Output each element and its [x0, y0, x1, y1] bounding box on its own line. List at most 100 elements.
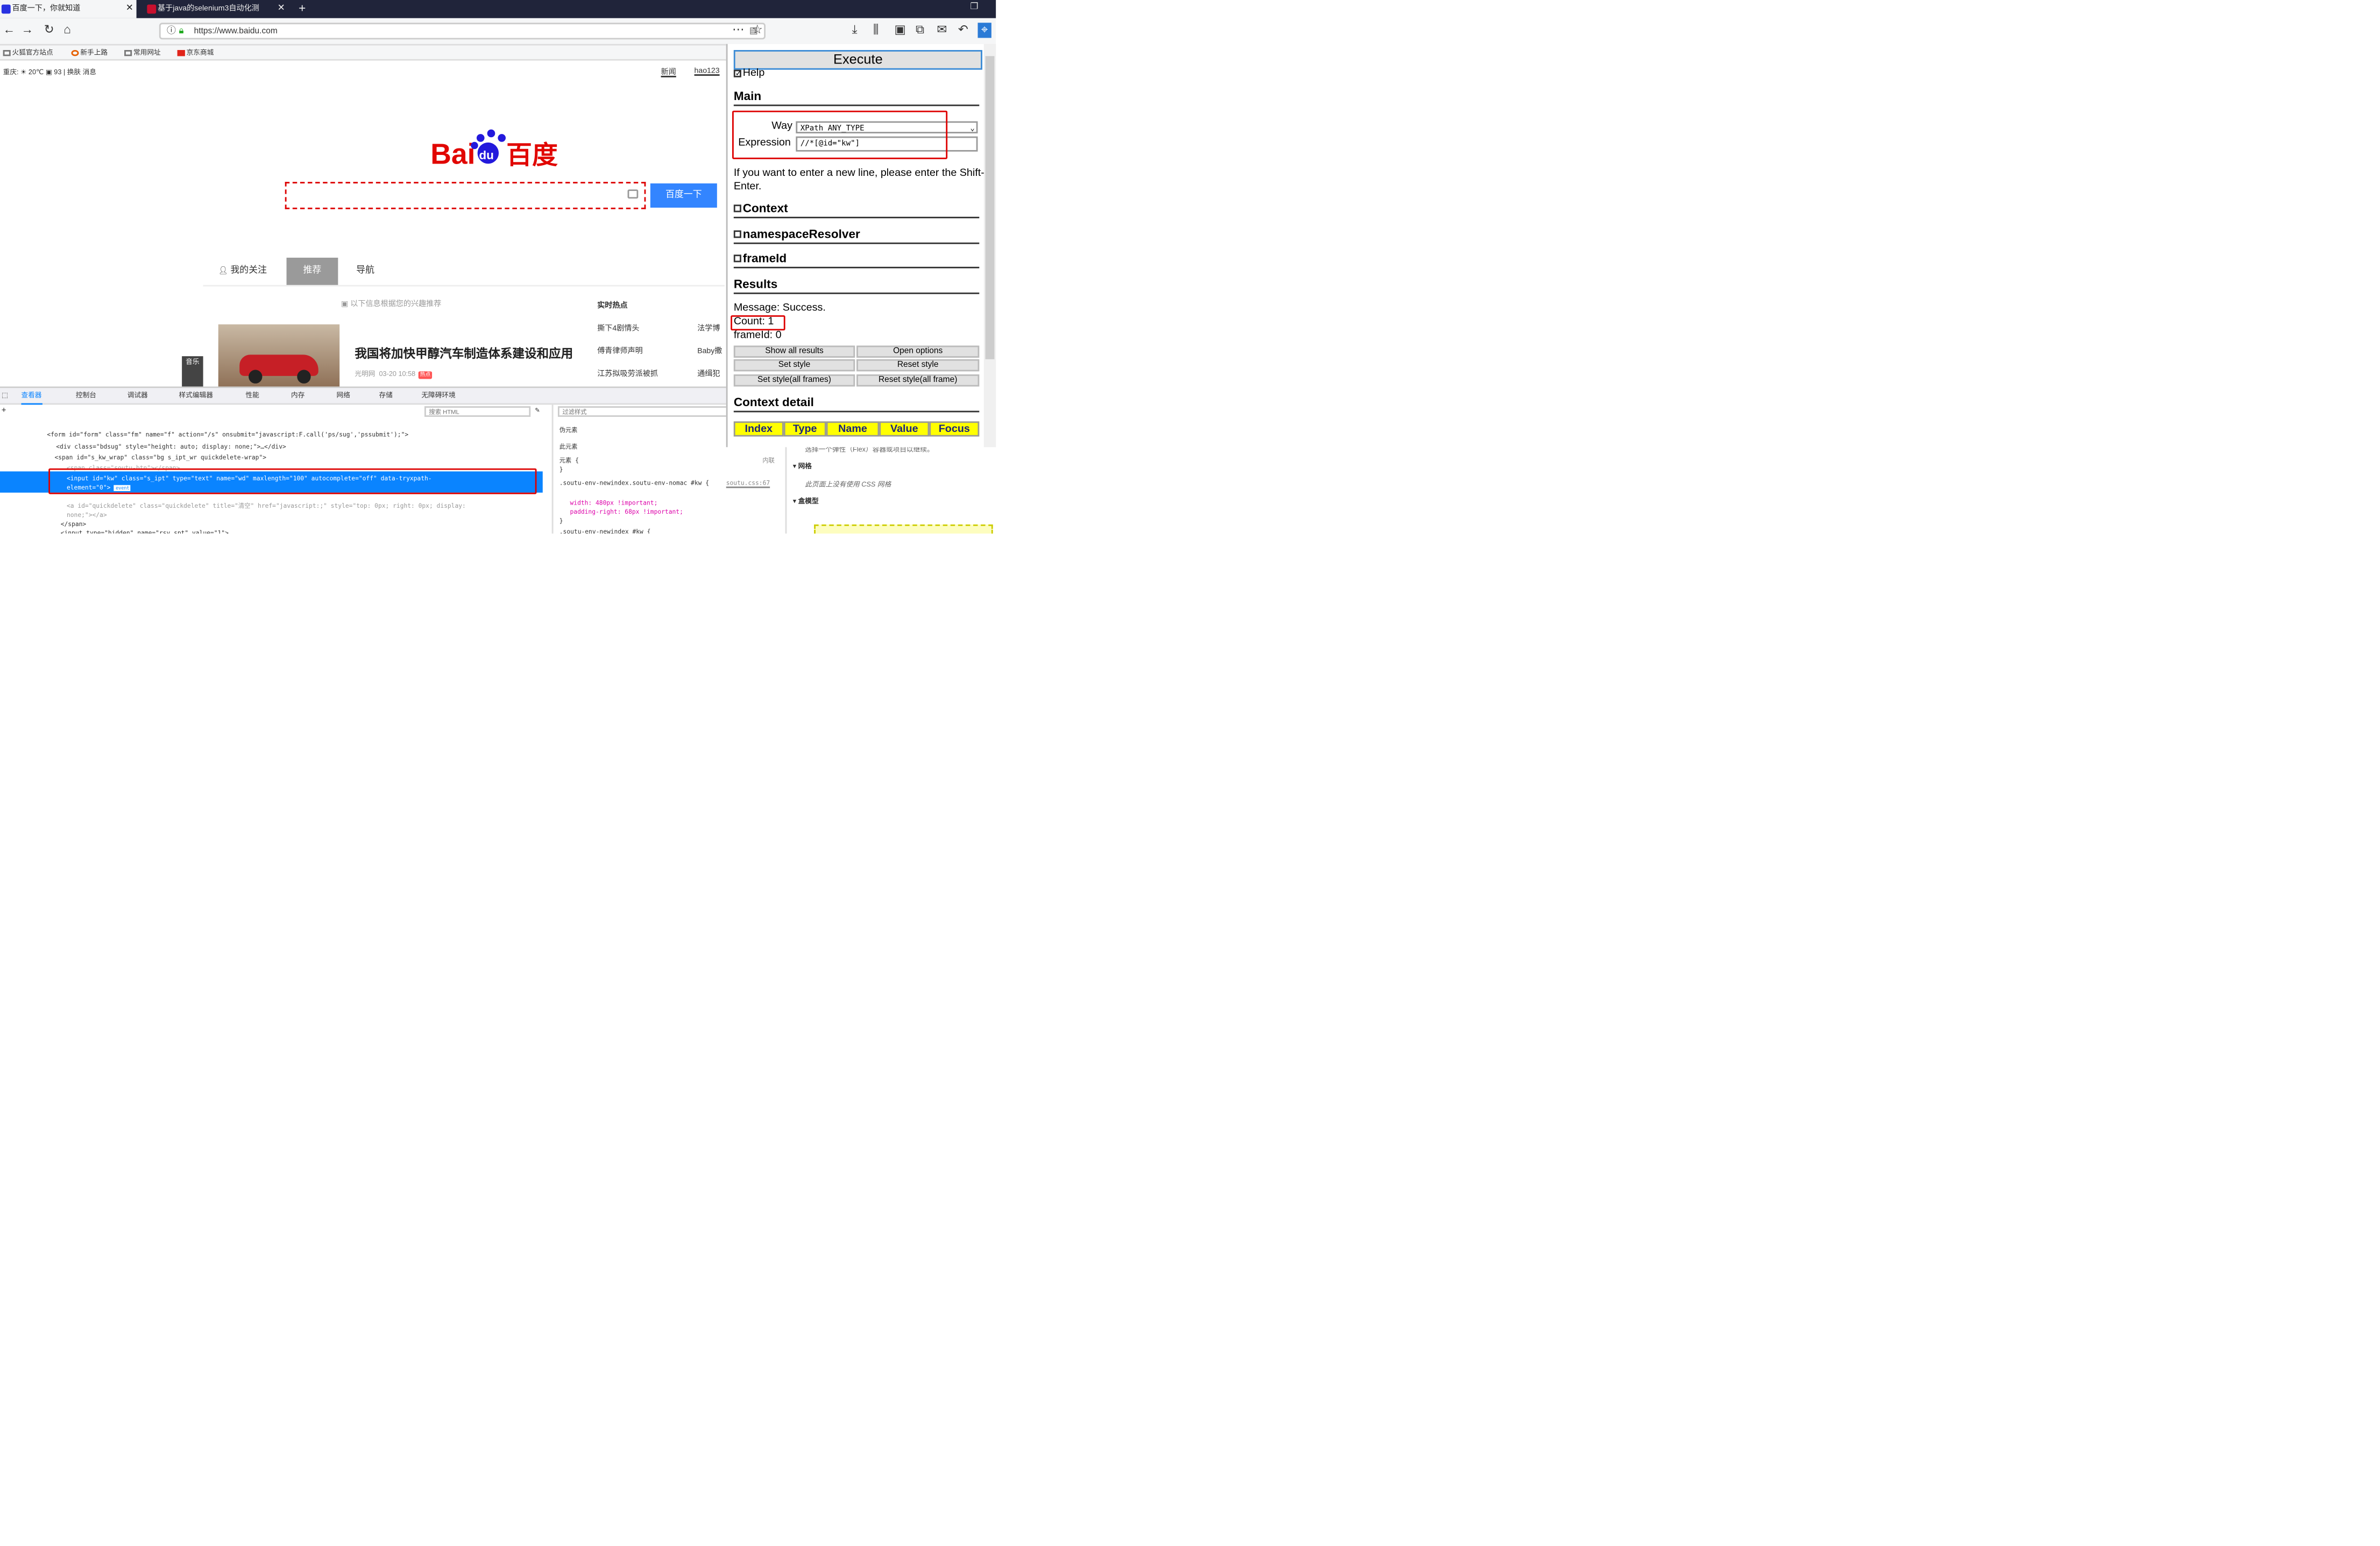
- feed-note-text: 以下信息根据您的兴趣推荐: [350, 300, 442, 309]
- tab-console[interactable]: 控制台: [76, 388, 96, 403]
- html-line[interactable]: <form id="form" class="fm" name="f" acti…: [47, 430, 408, 438]
- sidebar-icon[interactable]: ▣: [895, 23, 906, 38]
- restore-window-icon[interactable]: ❐: [970, 2, 978, 12]
- help-checkbox[interactable]: Help: [733, 68, 764, 79]
- home-icon[interactable]: ⌂: [63, 23, 71, 38]
- panel-scrollbar[interactable]: [983, 44, 996, 448]
- tryxpath-panel: Execute Help Main Way XPath ANY_TYPE⌄ Ex…: [726, 44, 996, 448]
- tab-debugger[interactable]: 调试器: [128, 388, 148, 403]
- chat-icon[interactable]: ✉: [937, 23, 947, 38]
- forward-arrow-icon[interactable]: →: [21, 23, 33, 38]
- tab-my-follow[interactable]: 👤︎ 我的关注: [218, 258, 267, 285]
- tab-style-editor[interactable]: 样式编辑器: [179, 388, 213, 403]
- grid-section-header[interactable]: ▾ 网格: [793, 462, 812, 471]
- show-all-results-button[interactable]: Show all results: [733, 345, 855, 358]
- bookmark-item[interactable]: 火狐官方站点: [3, 47, 53, 58]
- tab-storage[interactable]: 存储: [379, 388, 392, 403]
- html-line[interactable]: <input type="hidden" name="rsv_spt" valu…: [61, 529, 229, 533]
- hot-item[interactable]: 傅青律师声明: [597, 345, 643, 356]
- context-section-title[interactable]: Context: [733, 202, 980, 218]
- tab-network[interactable]: 网络: [337, 388, 350, 403]
- tab-csdn[interactable]: 基于java的selenium3自动化测 ✕: [146, 0, 288, 18]
- newline-hint: If you want to enter a new line, please …: [733, 168, 984, 193]
- info-icon[interactable]: ⓘ: [167, 24, 176, 41]
- frameid-label: frameId: [742, 251, 787, 266]
- namespace-section-title[interactable]: namespaceResolver: [733, 228, 980, 244]
- firefox-icon: [71, 49, 79, 55]
- tab-nav[interactable]: 导航: [356, 258, 374, 285]
- hot-item[interactable]: 通缉犯: [697, 368, 720, 379]
- news-link[interactable]: 新闻: [661, 67, 676, 77]
- url-bar[interactable]: ⓘ 🔒︎ https://www.baidu.com ▤: [159, 23, 766, 41]
- news-image[interactable]: [218, 324, 340, 387]
- bookmark-item[interactable]: 常用网址: [124, 47, 161, 58]
- tab-inspector[interactable]: 查看器: [21, 388, 42, 405]
- hot-item[interactable]: 撕下4剧情头: [597, 323, 639, 334]
- bookmark-item[interactable]: 京东商城: [177, 47, 214, 58]
- results-section-title: Results: [733, 278, 980, 294]
- eyedropper-icon[interactable]: ✎: [535, 406, 540, 415]
- html-line[interactable]: <div class="bdsug" style="height: auto; …: [56, 443, 286, 450]
- download-icon[interactable]: ⤓: [852, 23, 858, 38]
- set-style-all-frames-button[interactable]: Set style(all frames): [733, 374, 855, 387]
- reload-icon[interactable]: ↻: [44, 23, 54, 38]
- execute-button[interactable]: Execute: [733, 49, 982, 70]
- tab-recommend[interactable]: 推荐: [286, 258, 338, 285]
- pseudo-elements-toggle[interactable]: 伪元素: [559, 426, 578, 435]
- bookmark-item[interactable]: 新手上路: [71, 47, 108, 58]
- url-text: https://www.baidu.com: [194, 27, 278, 37]
- new-tab-button[interactable]: +: [297, 0, 312, 18]
- html-search-input[interactable]: [424, 406, 531, 417]
- close-icon[interactable]: ✕: [278, 0, 285, 18]
- this-element-header: 此元素: [559, 442, 578, 450]
- highlight-box: [48, 468, 537, 494]
- hot-item[interactable]: Baby撒: [697, 345, 722, 356]
- hot-item[interactable]: 江苏拟吸劳派被抓: [597, 368, 658, 379]
- news-title[interactable]: 我国将加快甲醇汽车制造体系建设和应用: [355, 345, 573, 362]
- rule-selector[interactable]: .soutu-env-newindex #kw {: [559, 528, 651, 534]
- scrollbar-thumb[interactable]: [985, 56, 995, 359]
- library-icon[interactable]: ⫼: [873, 23, 879, 38]
- set-style-button[interactable]: Set style: [733, 359, 855, 372]
- more-icon[interactable]: ⋯: [732, 23, 745, 38]
- html-line[interactable]: <span id="s_kw_wrap" class="bg s_ipt_wr …: [54, 453, 266, 461]
- hot-item[interactable]: 法学博: [697, 323, 720, 334]
- bookmark-star-icon[interactable]: ☆: [752, 23, 763, 38]
- html-line[interactable]: none;"></a>: [67, 511, 107, 519]
- checkbox-icon[interactable]: [733, 204, 741, 212]
- tab-accessibility[interactable]: 无障碍环境: [421, 388, 455, 403]
- open-options-button[interactable]: Open options: [856, 345, 980, 358]
- tab-performance[interactable]: 性能: [245, 388, 259, 403]
- add-node-icon[interactable]: +: [2, 406, 6, 415]
- checkbox-icon[interactable]: [733, 254, 741, 263]
- checkbox-checked-icon[interactable]: [733, 69, 741, 77]
- reset-style-all-frame-button[interactable]: Reset style(all frame): [856, 374, 980, 387]
- search-button[interactable]: 百度一下: [650, 183, 717, 208]
- hao123-link[interactable]: hao123: [695, 67, 720, 76]
- box-model-label: 盒模型: [798, 497, 819, 505]
- music-widget[interactable]: 音乐: [182, 356, 203, 387]
- close-icon[interactable]: ✕: [126, 0, 133, 18]
- pick-element-icon[interactable]: ⬚: [2, 388, 8, 403]
- element-rule[interactable]: 元素 {: [559, 456, 579, 465]
- tab-baidu[interactable]: 百度一下，你就知道 ✕: [0, 0, 137, 18]
- reset-style-button[interactable]: Reset style: [856, 359, 980, 372]
- search-input[interactable]: [285, 182, 646, 209]
- wheel-shape: [249, 370, 263, 384]
- jd-icon: [177, 49, 185, 55]
- camera-icon[interactable]: [627, 189, 639, 199]
- html-line[interactable]: <a id="quickdelete" class="quickdelete" …: [67, 502, 466, 511]
- tab-memory[interactable]: 内存: [291, 388, 304, 403]
- back-arrow-icon[interactable]: ←: [3, 23, 16, 38]
- screenshot-icon[interactable]: ⧉: [916, 23, 924, 38]
- rule-selector[interactable]: .soutu-env-newindex.soutu-env-nomac #kw …: [559, 479, 709, 486]
- undo-icon[interactable]: ↶: [958, 23, 968, 38]
- rule-property[interactable]: padding-right: 68px !important;: [570, 508, 683, 515]
- checkbox-icon[interactable]: [733, 230, 741, 238]
- frameid-section-title[interactable]: frameId: [733, 251, 980, 268]
- html-line[interactable]: </span>: [61, 520, 87, 528]
- rule-property[interactable]: width: 480px !important;: [570, 499, 657, 506]
- box-model-header[interactable]: ▾ 盒模型: [793, 497, 819, 506]
- rule-source-link[interactable]: soutu.css:67: [726, 479, 770, 486]
- tryxpath-extension-icon[interactable]: ⌖: [978, 23, 991, 38]
